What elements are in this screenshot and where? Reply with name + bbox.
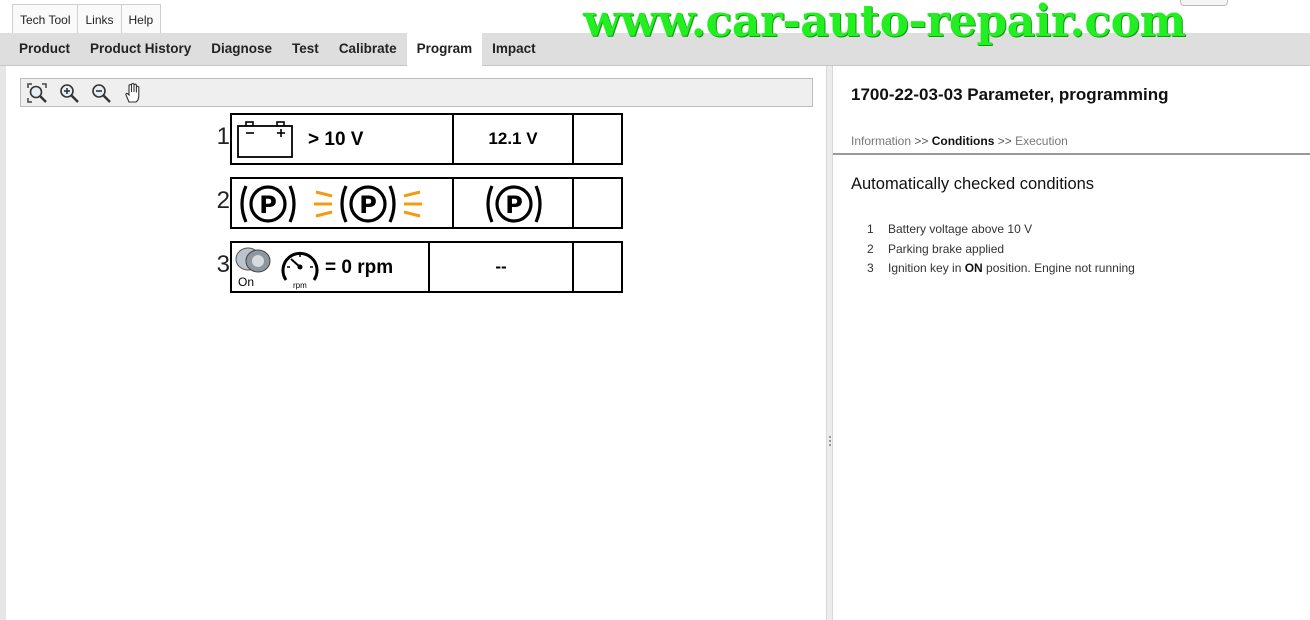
conditions-heading: Automatically checked conditions — [851, 175, 1095, 193]
menu-group: Tech Tool Links Help — [12, 4, 162, 33]
parking-brake-applied-icon: P — [486, 185, 542, 223]
pan-hand-icon[interactable] — [121, 81, 144, 104]
requirement-cell: On rpm = 0 rpm — [232, 243, 430, 291]
breadcrumb-conditions[interactable]: Conditions — [932, 134, 995, 148]
breadcrumb-separator: >> — [997, 134, 1012, 148]
tab-product-history[interactable]: Product History — [80, 33, 201, 66]
tab-diagnose[interactable]: Diagnose — [201, 33, 282, 66]
ignition-on-label: On — [238, 275, 255, 289]
breadcrumb-separator: >> — [914, 134, 929, 148]
status-cell — [574, 179, 621, 227]
breadcrumb-information[interactable]: Information — [851, 134, 911, 148]
svg-text:P: P — [359, 191, 377, 219]
list-item-number: 2 — [867, 241, 874, 256]
menu-links[interactable]: Links — [78, 5, 122, 33]
list-item-text: Ignition key in ON position. Engine not … — [888, 261, 1135, 281]
breadcrumb: Information >> Conditions >> Execution — [851, 134, 1068, 148]
status-cell — [574, 243, 621, 291]
actual-cell: 12.1 V — [454, 115, 574, 163]
breadcrumb-execution[interactable]: Execution — [1015, 134, 1068, 148]
condition-number: 1 — [216, 123, 230, 150]
graphic-pane: 1 > 10 V 12.1 V 2 P P P 3 On rpm = 0 rpm… — [6, 66, 826, 620]
zoom-in-icon[interactable] — [57, 81, 80, 104]
tab-impact[interactable]: Impact — [482, 33, 546, 66]
actual-value: 12.1 V — [488, 129, 538, 148]
list-item-text-bold: ON — [964, 261, 983, 275]
list-item-text-pre: Ignition key in — [888, 261, 965, 275]
menu-help[interactable]: Help — [121, 5, 161, 33]
watermark-text: www.car-auto-repair.com — [583, 0, 1186, 47]
ignition-key-icon — [235, 247, 271, 273]
section-divider — [833, 153, 1310, 155]
window-control[interactable] — [1180, 0, 1228, 6]
list-item: 3 Ignition key in ON position. Engine no… — [867, 261, 1135, 281]
zoom-out-icon[interactable] — [89, 81, 112, 104]
condition-box: On rpm = 0 rpm -- — [230, 241, 623, 293]
condition-number: 3 — [216, 251, 230, 278]
list-item-number: 3 — [867, 261, 874, 275]
list-item: 2 Parking brake applied — [867, 242, 1135, 262]
info-pane: 1700-22-03-03 Parameter, programming Inf… — [833, 66, 1310, 620]
parking-brake-warning-icon: P — [314, 185, 422, 223]
condition-box: > 10 V 12.1 V — [230, 113, 623, 165]
list-item-text: Parking brake applied — [888, 241, 1005, 256]
svg-text:P: P — [505, 191, 523, 219]
requirement-text: = 0 rpm — [325, 257, 394, 278]
page-title: 1700-22-03-03 Parameter, programming — [851, 85, 1169, 104]
parking-brake-icon: P — [240, 185, 296, 223]
condition-number: 2 — [216, 187, 230, 214]
menu-tech-tool[interactable]: Tech Tool — [13, 5, 79, 33]
requirement-text: > 10 V — [308, 129, 364, 150]
tab-product[interactable]: Product — [9, 33, 80, 66]
list-item: 1 Battery voltage above 10 V — [867, 222, 1135, 242]
svg-text:P: P — [259, 191, 277, 219]
list-item-text: Battery voltage above 10 V — [888, 222, 1033, 236]
requirement-cell: P P — [232, 179, 454, 227]
condition-box: P P P — [230, 177, 623, 229]
requirement-cell: > 10 V — [232, 115, 454, 163]
tab-calibrate[interactable]: Calibrate — [329, 33, 407, 66]
rpm-unit-label: rpm — [293, 281, 307, 290]
list-item-text-post: position. Engine not running — [982, 261, 1135, 275]
status-cell — [574, 115, 621, 163]
pane-splitter[interactable] — [826, 66, 833, 620]
graphic-toolbar — [20, 78, 813, 107]
list-item-number: 1 — [867, 222, 874, 236]
actual-cell: P — [454, 179, 574, 227]
zoom-fit-icon[interactable] — [25, 81, 48, 104]
splitter-grip[interactable] — [829, 436, 831, 448]
actual-cell: -- — [430, 243, 574, 291]
tab-test[interactable]: Test — [282, 33, 329, 66]
conditions-list: 1 Battery voltage above 10 V 2 Parking b… — [867, 222, 1135, 281]
tab-program[interactable]: Program — [406, 33, 483, 66]
actual-value: -- — [495, 257, 507, 276]
battery-icon — [237, 121, 293, 158]
